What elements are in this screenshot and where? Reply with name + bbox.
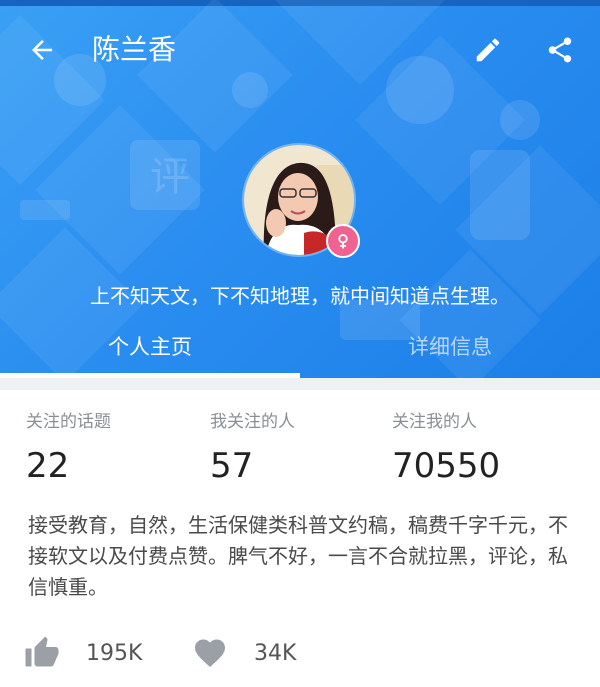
gender-badge xyxy=(326,224,360,258)
tab-homepage[interactable]: 个人主页 xyxy=(0,318,300,374)
favorites-button[interactable]: 34K xyxy=(192,630,296,676)
stat-label: 关注我的人 xyxy=(392,412,477,432)
stat-followers[interactable]: 关注我的人 70550 xyxy=(392,408,572,490)
share-icon xyxy=(548,37,572,63)
female-icon xyxy=(338,234,348,249)
likes-button[interactable]: 195K xyxy=(24,630,142,676)
likes-count: 195K xyxy=(86,640,143,666)
reaction-bar: 195K 34K xyxy=(0,630,600,680)
app-bar: 陈兰香 xyxy=(0,18,600,82)
stat-label: 关注的话题 xyxy=(26,412,111,432)
stat-value: 57 xyxy=(210,446,254,486)
edit-button[interactable] xyxy=(468,30,508,70)
profile-tabs: 个人主页 详细信息 xyxy=(0,318,600,378)
stat-label: 我关注的人 xyxy=(210,412,295,432)
stat-value: 22 xyxy=(26,446,70,486)
pencil-icon xyxy=(476,38,500,62)
back-button[interactable] xyxy=(22,30,62,70)
stats-row: 关注的话题 22 我关注的人 57 关注我的人 70550 xyxy=(0,408,600,498)
heart-icon xyxy=(195,639,225,668)
svg-text:评: 评 xyxy=(150,154,190,200)
thumbs-up-icon xyxy=(25,636,59,667)
stat-following[interactable]: 我关注的人 57 xyxy=(210,408,390,490)
page-title: 陈兰香 xyxy=(92,33,177,66)
stat-value: 70550 xyxy=(392,446,501,486)
profile-bio: 接受教育，自然，生活保健类科普文约稿，稿费千字千元，不接软文以及付费点赞。脾气不… xyxy=(28,513,568,599)
arrow-left-icon xyxy=(32,40,52,60)
favorites-count: 34K xyxy=(254,640,297,666)
stat-topics[interactable]: 关注的话题 22 xyxy=(26,408,206,490)
share-button[interactable] xyxy=(540,30,580,70)
profile-header: 评 陈兰香 上不知天文，下不知地理，就中间知道点生理。 个人主页 详细信息 xyxy=(0,0,600,378)
profile-motto: 上不知天文，下不知地理，就中间知道点生理。 xyxy=(90,284,510,308)
tab-details[interactable]: 详细信息 xyxy=(300,318,600,374)
section-divider xyxy=(0,378,600,390)
